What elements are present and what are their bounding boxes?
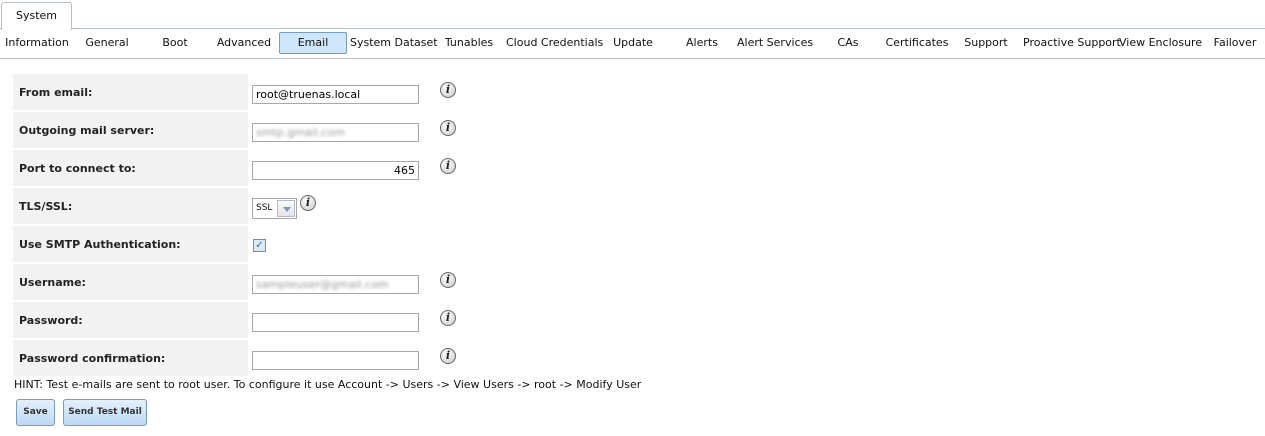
smtp-auth-label: Use SMTP Authentication: <box>13 226 248 263</box>
row-mail-server: Outgoing mail server: smtp.gmail.com i <box>13 112 613 149</box>
password-confirm-label: Password confirmation: <box>13 340 248 377</box>
row-username: Username: sampleuser@gmail.com i <box>13 264 613 301</box>
row-port: Port to connect to: 465 i <box>13 150 613 187</box>
tab-email[interactable]: Email <box>279 32 347 54</box>
tab-certificates[interactable]: Certificates <box>884 32 950 54</box>
outer-tabbar: System <box>0 0 1265 30</box>
chevron-down-icon[interactable] <box>277 200 295 217</box>
row-tls: TLS/SSL: SSL i <box>13 188 613 225</box>
tab-cas[interactable]: CAs <box>828 32 868 54</box>
username-input[interactable]: sampleuser@gmail.com <box>252 275 419 294</box>
smtp-auth-checkbox[interactable]: ✓ <box>253 239 266 252</box>
subtab-bar: Information General Boot Advanced Email … <box>0 29 1265 59</box>
password-input[interactable] <box>252 313 419 332</box>
row-smtp-auth: Use SMTP Authentication: ✓ <box>13 226 613 263</box>
username-label: Username: <box>13 264 248 301</box>
tls-select[interactable]: SSL <box>252 198 297 219</box>
mail-server-value: smtp.gmail.com <box>256 126 345 139</box>
tab-view-enclosure[interactable]: View Enclosure <box>1118 32 1202 54</box>
tab-failover[interactable]: Failover <box>1210 32 1260 54</box>
tab-system-dataset[interactable]: System Dataset <box>349 32 438 54</box>
info-icon[interactable]: i <box>440 158 456 174</box>
hint-text: HINT: Test e-mails are sent to root user… <box>14 378 642 391</box>
row-from-email: From email: root@truenas.local i <box>13 74 613 111</box>
info-icon[interactable]: i <box>440 310 456 326</box>
tab-cloud-credentials[interactable]: Cloud Credentials <box>505 32 603 54</box>
save-button[interactable]: Save <box>16 399 55 426</box>
from-email-label: From email: <box>13 74 248 111</box>
row-password-confirm: Password confirmation: i <box>13 340 613 377</box>
tab-alerts[interactable]: Alerts <box>680 32 724 54</box>
tab-support[interactable]: Support <box>961 32 1011 54</box>
port-input[interactable]: 465 <box>252 161 419 180</box>
username-value: sampleuser@gmail.com <box>256 278 389 291</box>
tls-selected-value: SSL <box>256 203 273 213</box>
tab-proactive-support[interactable]: Proactive Support <box>1022 32 1121 54</box>
tls-label: TLS/SSL: <box>13 188 248 225</box>
tab-boot[interactable]: Boot <box>152 32 198 54</box>
info-icon[interactable]: i <box>300 195 316 211</box>
row-password: Password: i <box>13 302 613 339</box>
info-icon[interactable]: i <box>440 348 456 364</box>
tab-system[interactable]: System <box>1 2 72 30</box>
tab-update[interactable]: Update <box>608 32 658 54</box>
send-test-mail-button[interactable]: Send Test Mail <box>63 399 147 426</box>
tab-information[interactable]: Information <box>4 32 70 54</box>
tab-alert-services[interactable]: Alert Services <box>736 32 813 54</box>
info-icon[interactable]: i <box>440 272 456 288</box>
mail-server-input[interactable]: smtp.gmail.com <box>252 123 419 142</box>
password-label: Password: <box>13 302 248 339</box>
checkmark-icon: ✓ <box>255 240 264 251</box>
info-icon[interactable]: i <box>440 120 456 136</box>
port-label: Port to connect to: <box>13 150 248 187</box>
from-email-input[interactable]: root@truenas.local <box>252 85 419 104</box>
password-confirm-input[interactable] <box>252 351 419 370</box>
mail-server-label: Outgoing mail server: <box>13 112 248 149</box>
tab-tunables[interactable]: Tunables <box>441 32 497 54</box>
tab-advanced[interactable]: Advanced <box>212 32 276 54</box>
tab-general[interactable]: General <box>78 32 136 54</box>
info-icon[interactable]: i <box>440 82 456 98</box>
